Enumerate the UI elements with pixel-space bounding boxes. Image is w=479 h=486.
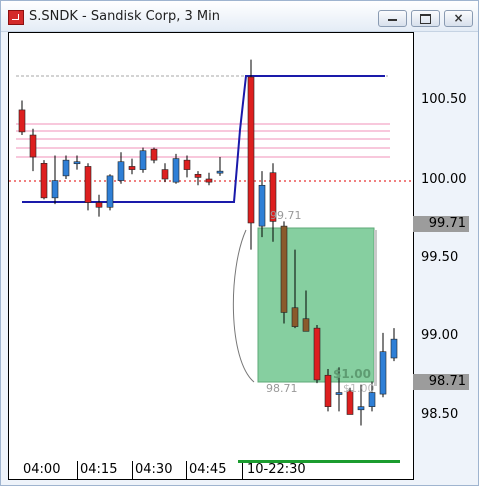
candle-body bbox=[247, 76, 255, 224]
candle-body bbox=[139, 150, 147, 170]
candle-body bbox=[390, 338, 398, 359]
chart-canvas: 99.71 98.71 $1.00$1.00 bbox=[9, 59, 411, 463]
profit-annotation-secondary: $1.00 bbox=[343, 382, 375, 395]
candle-body bbox=[379, 351, 387, 395]
candle-body bbox=[18, 109, 26, 133]
candle-body bbox=[62, 159, 70, 177]
trade-path-curve bbox=[232, 229, 255, 383]
candle-body bbox=[280, 225, 288, 313]
candle-body bbox=[258, 184, 266, 227]
profit-zone-shadow bbox=[374, 230, 377, 386]
candle-body bbox=[357, 406, 365, 411]
candle-body bbox=[291, 307, 299, 327]
candle-body bbox=[128, 166, 136, 170]
candle-body bbox=[161, 169, 169, 180]
candle-body bbox=[95, 202, 103, 208]
candle-body bbox=[150, 148, 158, 161]
entry-price-annotation: 99.71 bbox=[270, 209, 302, 222]
candle-body bbox=[172, 158, 180, 183]
bottom-progress-strip bbox=[238, 460, 400, 463]
candle-body bbox=[40, 163, 48, 199]
candle-body bbox=[324, 374, 332, 407]
candle-body bbox=[205, 178, 213, 183]
candle-body bbox=[51, 180, 59, 199]
candle-body bbox=[302, 318, 310, 332]
candle-body bbox=[216, 170, 224, 174]
candle-body bbox=[29, 134, 37, 158]
candle-body bbox=[117, 161, 125, 181]
candle-body bbox=[73, 161, 81, 165]
profit-annotation: $1.00 bbox=[333, 367, 371, 381]
candle-body bbox=[194, 173, 202, 178]
exit-price-annotation: 98.71 bbox=[266, 382, 298, 395]
candle-body bbox=[183, 159, 191, 170]
candle-body bbox=[335, 392, 343, 395]
candle-body bbox=[106, 175, 114, 208]
candle-body bbox=[84, 166, 92, 203]
candle-body bbox=[313, 327, 321, 381]
